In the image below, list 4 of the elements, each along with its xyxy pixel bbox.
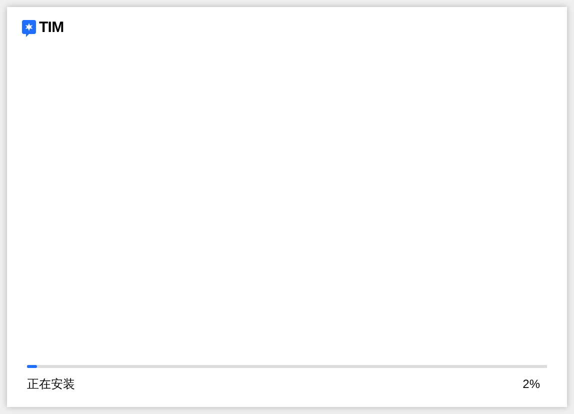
status-text: 正在安装 [27, 376, 75, 393]
app-name: TIM [39, 18, 64, 38]
logo-icon [22, 20, 36, 37]
progress-percent: 2% [522, 376, 540, 393]
